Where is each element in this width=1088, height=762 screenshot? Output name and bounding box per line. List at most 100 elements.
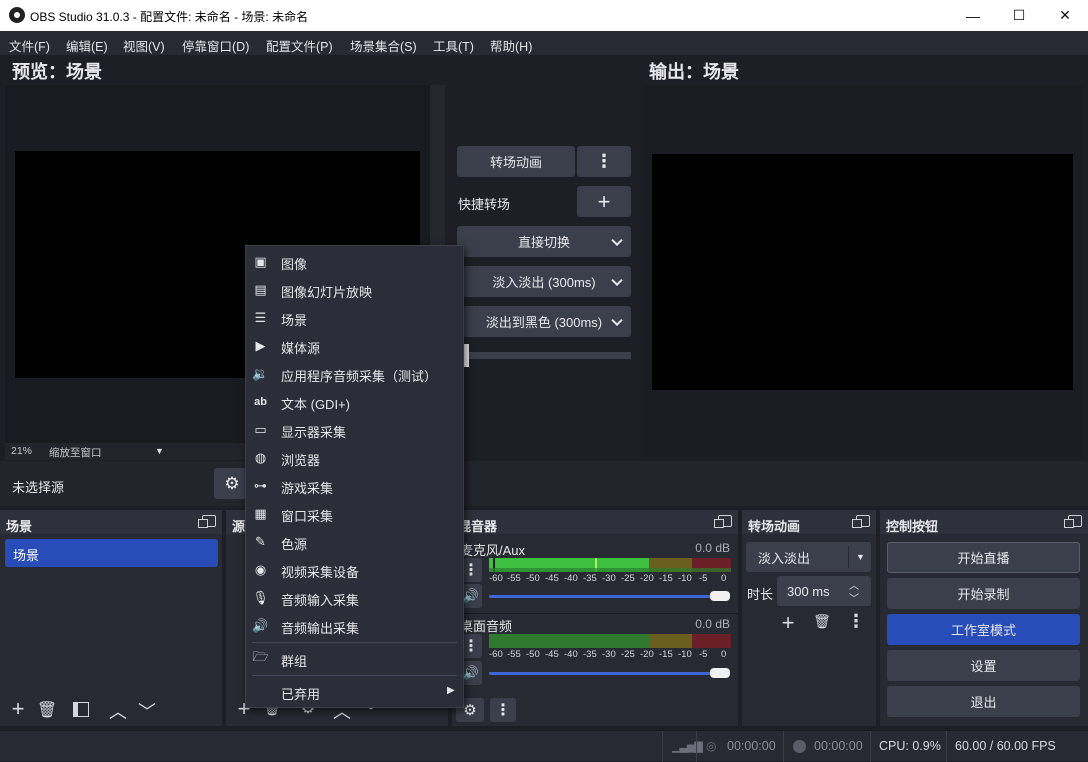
menu-edit[interactable]: 编辑(E)	[66, 36, 108, 55]
channel-level: 0.0 dB	[695, 541, 730, 555]
menu-item-slideshow[interactable]: ▤ 图像幻灯片放映	[246, 276, 463, 304]
channel-name: 桌面音频	[460, 619, 513, 634]
zoom-dropdown-icon[interactable]: ▼	[155, 446, 164, 456]
volume-knob[interactable]	[710, 591, 730, 601]
chevron-down-icon: ▼	[856, 552, 865, 562]
menu-file[interactable]: 文件(F)	[9, 36, 50, 55]
menu-item-group[interactable]: 🗁 群组	[246, 645, 463, 673]
play-icon: ▶	[255, 337, 266, 353]
transition-menu-icon[interactable]: ⋮	[577, 146, 631, 177]
transition-select[interactable]: 淡入淡出 ▼	[746, 542, 871, 572]
camera-icon: ◉	[254, 561, 267, 577]
signal-bars-icon: ▁▃▅▇	[672, 741, 703, 753]
volume-slider[interactable]	[489, 672, 721, 675]
title-bar: OBS Studio 31.0.3 - 配置文件: 未命名 - 场景: 未命名 …	[0, 0, 1088, 31]
quick-transition-label: 快捷转场	[458, 197, 511, 212]
start-recording-button[interactable]: 开始录制	[887, 578, 1080, 609]
menu-view[interactable]: 视图(V)	[123, 36, 165, 55]
move-down-chevron-icon[interactable]: ﹀	[135, 698, 159, 724]
obs-logo-icon	[9, 7, 25, 23]
menu-item-image[interactable]: ▣ 图像	[246, 248, 463, 276]
settings-button[interactable]: 设置	[887, 650, 1080, 681]
add-quick-transition-icon[interactable]: +	[577, 186, 631, 217]
gamepad-icon: ⊶	[254, 477, 267, 493]
image-icon: ▣	[254, 253, 267, 269]
record-time: 00:00:00	[814, 739, 863, 753]
menu-item-text[interactable]: ab 文本 (GDI+)	[246, 388, 463, 416]
add-scene-icon[interactable]: +	[6, 698, 30, 720]
meter-scale: -60 -55 -50 -45 -40 -35 -30 -25 -20 -15 …	[489, 649, 727, 660]
menu-item-video-capture[interactable]: ◉ 视频采集设备	[246, 556, 463, 584]
menu-bar: 文件(F) 编辑(E) 视图(V) 停靠窗口(D) 配置文件(P) 场景集合(S…	[0, 31, 1088, 55]
volume-knob[interactable]	[710, 668, 730, 678]
fade-button[interactable]: 淡入淡出 (300ms)	[457, 266, 631, 297]
start-streaming-button[interactable]: 开始直播	[887, 542, 1080, 573]
controls-dock: 控制按钮 开始直播 开始录制 工作室模式 设置 退出	[880, 510, 1088, 726]
menu-item-app-audio[interactable]: 🔉 应用程序音频采集（测试）	[246, 360, 463, 388]
chevron-down-icon	[611, 314, 623, 326]
duration-label: 时长	[747, 587, 774, 602]
delete-scene-trash-icon[interactable]: 🗑	[35, 700, 59, 720]
volume-slider[interactable]	[489, 595, 721, 598]
globe-icon: ◍	[254, 449, 267, 465]
menu-item-color-source[interactable]: ✎ 色源	[246, 528, 463, 556]
mixer-menu-icon[interactable]: ⋮	[490, 698, 516, 722]
menu-item-media-source[interactable]: ▶ 媒体源	[246, 332, 463, 360]
channel-name: 麦克风/Aux	[460, 543, 526, 558]
menu-separator	[252, 675, 457, 676]
close-button[interactable]: ✕	[1042, 0, 1088, 31]
menu-item-audio-input[interactable]: 🎙 音频输入采集	[246, 584, 463, 612]
spin-down-icon[interactable]: ﹀	[849, 590, 859, 605]
add-transition-icon[interactable]: +	[776, 610, 800, 636]
no-source-label: 未选择源	[12, 480, 65, 495]
fade-to-black-button[interactable]: 淡出到黑色 (300ms)	[457, 306, 631, 337]
menu-item-scene[interactable]: ☰ 场景	[246, 304, 463, 332]
dock-float-icon[interactable]	[714, 515, 732, 528]
menu-docks[interactable]: 停靠窗口(D)	[182, 36, 249, 55]
cut-button[interactable]: 直接切换	[457, 226, 631, 257]
duration-value: 300 ms	[787, 583, 830, 599]
speaker-icon: 🔊	[252, 617, 269, 633]
brush-icon: ✎	[255, 533, 266, 549]
transition-button[interactable]: 转场动画	[457, 146, 575, 177]
tbar-track[interactable]	[457, 352, 631, 359]
zoom-level: 21%	[11, 445, 33, 457]
dock-float-icon[interactable]	[852, 515, 870, 528]
add-source-context-menu: ▣ 图像 ▤ 图像幻灯片放映 ☰ 场景 ▶ 媒体源 🔉 应用程序音频采集（测试）…	[245, 245, 464, 708]
meter-scale: -60 -55 -50 -45 -40 -35 -30 -25 -20 -15 …	[489, 573, 727, 584]
fps-readout: 60.00 / 60.00 FPS	[955, 739, 1056, 753]
dock-float-icon[interactable]	[198, 515, 216, 528]
minimize-button[interactable]: —	[950, 0, 996, 31]
scene-filter-icon[interactable]	[73, 702, 89, 717]
menu-item-display-capture[interactable]: ▭ 显示器采集	[246, 416, 463, 444]
menu-item-audio-output[interactable]: 🔊 音频输出采集	[246, 612, 463, 640]
fade-to-black-label: 淡出到黑色 (300ms)	[485, 315, 603, 330]
microphone-icon: 🎙	[252, 589, 269, 605]
submenu-arrow-icon: ▶	[447, 685, 455, 696]
menu-item-game-capture[interactable]: ⊶ 游戏采集	[246, 472, 463, 500]
maximize-button[interactable]: ☐	[996, 0, 1042, 31]
studio-mode-button[interactable]: 工作室模式	[887, 614, 1080, 645]
record-status-icon	[793, 740, 806, 753]
remove-transition-trash-icon[interactable]: 🗑	[810, 613, 834, 630]
menu-item-window-capture[interactable]: ▦ 窗口采集	[246, 500, 463, 528]
monitor-icon: ▭	[254, 421, 267, 437]
channel-level: 0.0 dB	[695, 617, 730, 631]
exit-button[interactable]: 退出	[887, 686, 1080, 717]
mixer-dock-title: 混音器	[452, 510, 738, 534]
menu-scene-collection[interactable]: 场景集合(S)	[350, 36, 417, 55]
menu-help[interactable]: 帮助(H)	[490, 36, 532, 55]
scene-item[interactable]: 场景	[5, 539, 218, 567]
chevron-down-icon	[611, 234, 623, 246]
menu-profile[interactable]: 配置文件(P)	[266, 36, 333, 55]
output-canvas	[652, 154, 1073, 390]
dock-float-icon[interactable]	[1064, 515, 1082, 528]
preview-label: 预览：场景	[12, 62, 102, 82]
menu-item-deprecated[interactable]: 已弃用 ▶	[246, 678, 463, 706]
menu-tools[interactable]: 工具(T)	[433, 36, 474, 55]
menu-item-browser[interactable]: ◍ 浏览器	[246, 444, 463, 472]
duration-spinbox[interactable]: 300 ms ︿ ﹀	[777, 576, 871, 606]
zoom-mode[interactable]: 缩放至窗口	[49, 445, 102, 460]
transition-props-menu-icon[interactable]: ⋮	[844, 611, 868, 632]
move-up-chevron-icon[interactable]: ︿	[106, 698, 130, 724]
